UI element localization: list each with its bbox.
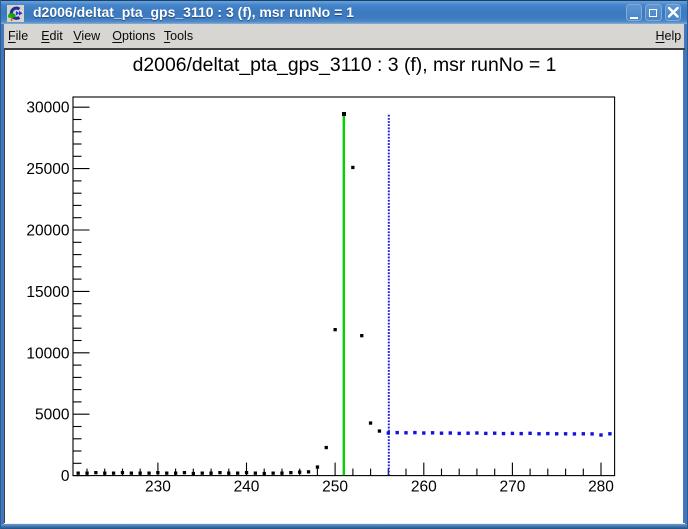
svg-text:270: 270: [499, 478, 525, 495]
svg-text:280: 280: [588, 478, 614, 495]
svg-text:30000: 30000: [26, 100, 69, 117]
svg-text:260: 260: [411, 478, 437, 495]
svg-text:d2006/deltat_pta_gps_3110 : 3: d2006/deltat_pta_gps_3110 : 3 (f), msr r…: [133, 54, 557, 76]
svg-text:25000: 25000: [26, 161, 69, 178]
svg-text:15000: 15000: [26, 284, 69, 301]
svg-text:20000: 20000: [26, 223, 69, 240]
svg-text:230: 230: [145, 478, 171, 495]
svg-text:5000: 5000: [35, 407, 70, 424]
svg-text:10000: 10000: [26, 345, 69, 362]
svg-text:240: 240: [234, 478, 260, 495]
svg-text:250: 250: [322, 478, 348, 495]
svg-text:0: 0: [61, 468, 70, 485]
